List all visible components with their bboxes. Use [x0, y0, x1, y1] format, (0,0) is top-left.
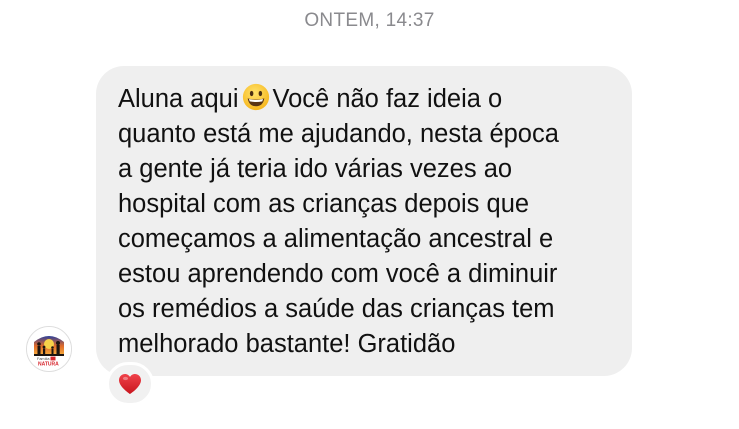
- heart-icon: [119, 374, 141, 394]
- logo-text-natura: NATURA: [38, 362, 59, 368]
- logo-text-familia: Família: [37, 357, 50, 361]
- message-timestamp: ONTEM, 14:37: [304, 10, 435, 31]
- avatar[interactable]: Família NATURA: [26, 326, 72, 372]
- message-text-start: Aluna aqui: [118, 85, 239, 113]
- message-text-body: quanto está me ajudando, nesta época a g…: [118, 120, 559, 358]
- reaction-badge[interactable]: [106, 362, 154, 406]
- message-bubble[interactable]: Aluna aqui Você não faz ideia o quanto e…: [96, 66, 632, 376]
- message-text: Aluna aqui Você não faz ideia o quanto e…: [118, 82, 612, 362]
- familia-natura-logo: Família NATURA: [27, 327, 71, 371]
- message-text-after-emoji: Você não faz ideia o: [272, 85, 503, 113]
- grinning-face-icon: [242, 83, 269, 111]
